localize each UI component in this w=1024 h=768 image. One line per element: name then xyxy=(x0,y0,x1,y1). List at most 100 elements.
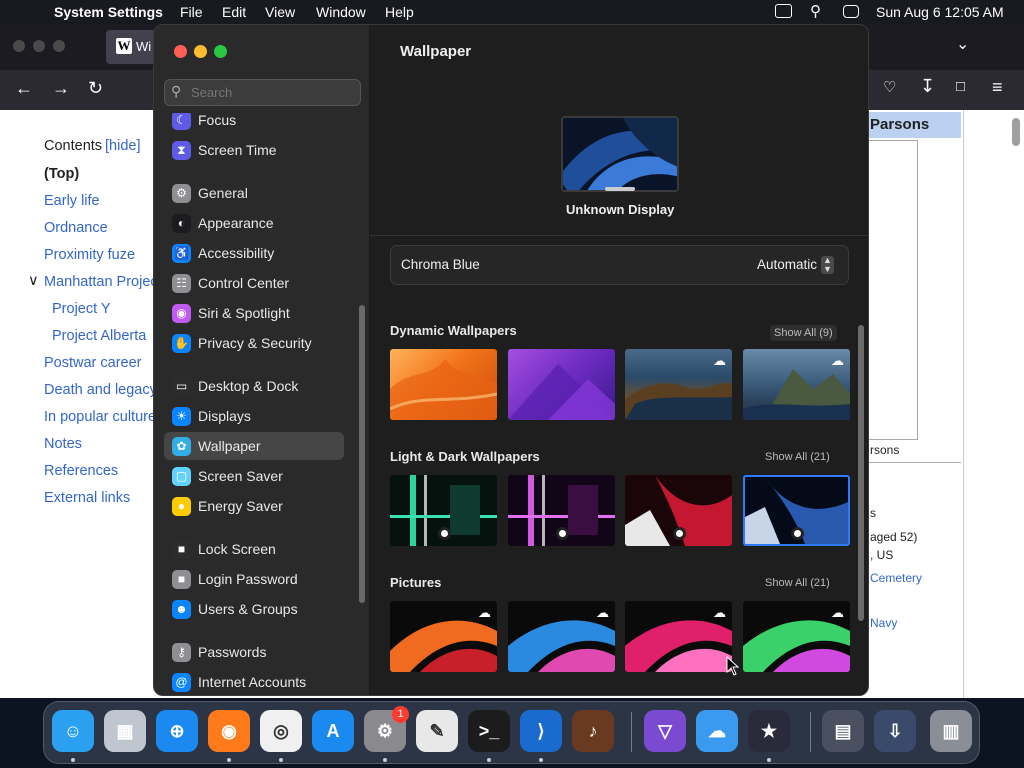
dock-app-safari[interactable]: ⊕ xyxy=(156,710,198,752)
minimize-button[interactable] xyxy=(194,45,207,58)
sidebar-item-login-password[interactable]: ■ Login Password xyxy=(164,565,344,593)
sidebar-item-internet-accounts[interactable]: @ Internet Accounts xyxy=(164,668,344,695)
app-menu[interactable]: System Settings xyxy=(54,4,163,20)
show-all-button[interactable]: Show All (9) xyxy=(770,325,837,341)
toc-item[interactable]: References xyxy=(44,463,118,479)
wallpaper-thumbnail[interactable]: ☁ xyxy=(625,601,732,672)
download-icon[interactable]: ☁ xyxy=(713,605,726,621)
menu-edit[interactable]: Edit xyxy=(222,4,246,20)
dock-app-trash[interactable]: ▥ xyxy=(930,710,972,752)
wallpaper-thumbnail[interactable] xyxy=(390,349,497,420)
sidebar-item-siri-spotlight[interactable]: ◉ Siri & Spotlight xyxy=(164,299,344,327)
zoom-button[interactable] xyxy=(214,45,227,58)
screensaver-icon: ▢ xyxy=(172,467,191,486)
dock-app-downloads[interactable]: ⇩ xyxy=(874,710,916,752)
screen-mirroring-icon[interactable] xyxy=(775,4,792,18)
close-button[interactable] xyxy=(174,45,187,58)
sidebar-item-general[interactable]: ⚙ General xyxy=(164,179,344,207)
search-field[interactable]: ⚲ xyxy=(164,79,361,106)
wallpaper-thumbnail[interactable] xyxy=(390,475,497,546)
tab-list-icon[interactable]: ⌄ xyxy=(956,34,969,54)
sidebar-item-displays[interactable]: ☀ Displays xyxy=(164,402,344,430)
toc-item[interactable]: Death and legacy xyxy=(44,382,157,398)
dock-app-launchpad[interactable]: ▦ xyxy=(104,710,146,752)
dock-app-app-store[interactable]: A xyxy=(312,710,354,752)
sidebar-item-accessibility[interactable]: ♿ Accessibility xyxy=(164,239,344,267)
dock-app-chrome[interactable]: ◎ xyxy=(260,710,302,752)
sidebar-item-screen-saver[interactable]: ▢ Screen Saver xyxy=(164,462,344,490)
sidebar-item-privacy-security[interactable]: ✋ Privacy & Security xyxy=(164,329,344,357)
wallpaper-thumbnail[interactable]: ☁ xyxy=(625,349,732,420)
sidebar-item-passwords[interactable]: ⚷ Passwords xyxy=(164,638,344,666)
dock-app-visual-studio[interactable]: ▽ xyxy=(644,710,686,752)
wallpaper-thumbnail[interactable]: ☁ xyxy=(508,601,615,672)
pocket-icon[interactable]: ♡ xyxy=(883,78,896,96)
download-icon[interactable]: ☁ xyxy=(831,605,844,621)
menu-file[interactable]: File xyxy=(180,4,203,20)
sidebar-item-desktop-dock[interactable]: ▭ Desktop & Dock xyxy=(164,372,344,400)
download-icon[interactable]: ☁ xyxy=(831,353,844,369)
sidebar-scrollbar[interactable] xyxy=(359,305,365,603)
search-icon[interactable]: ⚲ xyxy=(810,2,821,20)
toc-item[interactable]: (Top) xyxy=(44,166,79,182)
toc-item[interactable]: Project Y xyxy=(52,301,111,317)
wallpaper-thumbnail[interactable] xyxy=(508,475,615,546)
sidebar-item-energy-saver[interactable]: ● Energy Saver xyxy=(164,492,344,520)
toc-item[interactable]: Project Alberta xyxy=(52,328,146,344)
dock-app-vs-code[interactable]: ⟩ xyxy=(520,710,562,752)
dock-app-reeder[interactable]: ★ xyxy=(748,710,790,752)
toc-item[interactable]: Postwar career xyxy=(44,355,142,371)
wallpaper-thumbnail[interactable]: ☁ xyxy=(390,601,497,672)
menu-help[interactable]: Help xyxy=(385,4,414,20)
sidebar-item-lock-screen[interactable]: ■ Lock Screen xyxy=(164,535,344,563)
toc-item[interactable]: Notes xyxy=(44,436,82,452)
menu-window[interactable]: Window xyxy=(316,4,366,20)
toc-item[interactable]: External links xyxy=(44,490,130,506)
clock[interactable]: Sun Aug 6 12:05 AM xyxy=(876,4,1004,20)
toc-hide-link[interactable]: [hide] xyxy=(105,138,140,154)
infobox-link[interactable]: Cemetery xyxy=(870,571,922,585)
dock-app-script-editor[interactable]: ✎ xyxy=(416,710,458,752)
show-all-button[interactable]: Show All (21) xyxy=(765,577,830,589)
infobox-link[interactable]: Navy xyxy=(870,616,897,630)
wallpaper-thumbnail-selected[interactable] xyxy=(743,475,850,546)
sidebar-item-users-groups[interactable]: ☻ Users & Groups xyxy=(164,595,344,623)
forward-icon[interactable]: → xyxy=(52,78,70,99)
dock-app-icloud[interactable]: ☁ xyxy=(696,710,738,752)
extensions-icon[interactable]: □ xyxy=(956,78,965,95)
toc-item[interactable]: Ordnance xyxy=(44,220,108,236)
toc-item[interactable]: Early life xyxy=(44,193,100,209)
wallpaper-thumbnail[interactable]: ☁ xyxy=(743,349,850,420)
appearance-mode-select[interactable]: Automatic ▲ ▼ xyxy=(751,255,841,277)
download-icon[interactable]: ☁ xyxy=(478,605,491,621)
dock-app-finder[interactable]: ☺ xyxy=(52,710,94,752)
toc-expand-icon[interactable]: ∨ xyxy=(28,273,39,289)
search-input[interactable] xyxy=(191,83,351,102)
sidebar-item-focus[interactable]: ☾ Focus xyxy=(164,113,344,134)
wallpaper-thumbnail[interactable]: ☁ xyxy=(743,601,850,672)
menu-view[interactable]: View xyxy=(265,4,295,20)
reload-icon[interactable]: ↻ xyxy=(88,78,103,99)
download-icon[interactable]: ↧ xyxy=(920,76,935,97)
dock-app-instruments[interactable]: ♪ xyxy=(572,710,614,752)
toc-item[interactable]: Proximity fuze xyxy=(44,247,135,263)
show-all-button[interactable]: Show All (21) xyxy=(765,451,830,463)
wallpaper-thumbnail[interactable] xyxy=(625,475,732,546)
dock-app-mission-control[interactable]: ▤ xyxy=(822,710,864,752)
wallpaper-thumbnail[interactable] xyxy=(508,349,615,420)
back-icon[interactable]: ← xyxy=(15,78,33,99)
page-scrollbar[interactable] xyxy=(1012,118,1020,146)
content-scrollbar[interactable] xyxy=(858,325,864,621)
toc-item[interactable]: Manhattan Project xyxy=(44,274,162,290)
download-icon[interactable]: ☁ xyxy=(596,605,609,621)
sidebar-item-wallpaper[interactable]: ✿ Wallpaper xyxy=(164,432,344,460)
toc-item[interactable]: In popular culture xyxy=(44,409,156,425)
control-center-icon[interactable] xyxy=(843,5,859,18)
sidebar-item-appearance[interactable]: ◐ Appearance xyxy=(164,209,344,237)
download-icon[interactable]: ☁ xyxy=(713,353,726,369)
menu-icon[interactable]: ≡ xyxy=(992,77,1003,98)
sidebar-item-control-center[interactable]: ☷ Control Center xyxy=(164,269,344,297)
sidebar-item-screen-time[interactable]: ⧗ Screen Time xyxy=(164,136,344,164)
dock-app-firefox[interactable]: ◉ xyxy=(208,710,250,752)
dock-app-terminal[interactable]: >_ xyxy=(468,710,510,752)
